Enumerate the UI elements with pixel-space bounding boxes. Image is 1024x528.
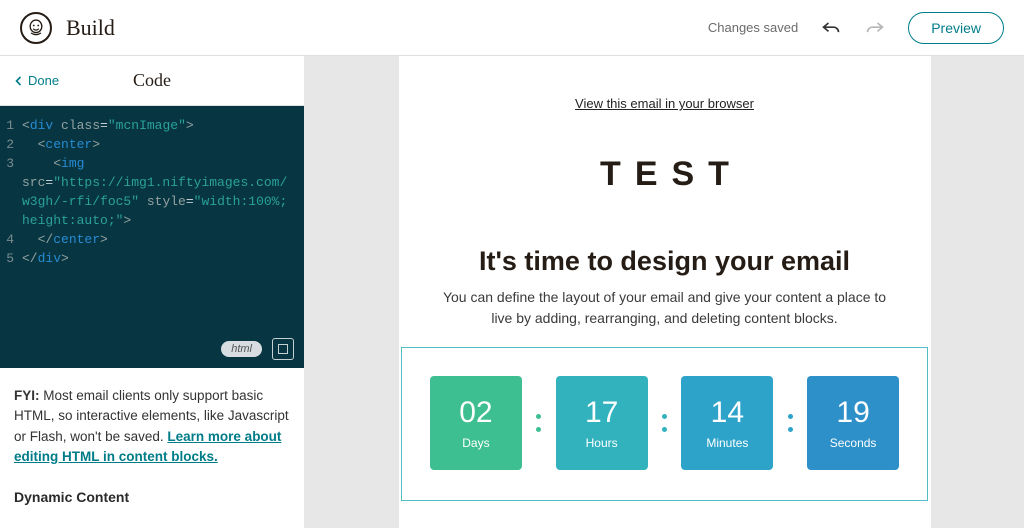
editor-panel: Done Code 123 45 <div class="mcnImage"> … xyxy=(0,56,305,528)
selected-code-block[interactable]: 02 Days 17 Hours 14 Minutes 19 Seconds xyxy=(401,347,928,501)
countdown-card-minutes: 14 Minutes xyxy=(681,376,773,470)
countdown-value: 02 xyxy=(459,396,492,430)
code-editor-wrap: 123 45 <div class="mcnImage"> <center> <… xyxy=(0,106,304,368)
countdown-label: Minutes xyxy=(706,436,748,450)
countdown-label: Days xyxy=(462,436,489,450)
dynamic-content-heading: Dynamic Content xyxy=(0,481,304,505)
done-button[interactable]: Done xyxy=(14,73,59,88)
canvas[interactable]: View this email in your browser TEST It'… xyxy=(305,56,1024,528)
email-preview: View this email in your browser TEST It'… xyxy=(399,56,931,528)
countdown-card-hours: 17 Hours xyxy=(556,376,648,470)
countdown-label: Hours xyxy=(586,436,618,450)
countdown-value: 17 xyxy=(585,396,618,430)
countdown-value: 14 xyxy=(711,396,744,430)
main-area: Done Code 123 45 <div class="mcnImage"> … xyxy=(0,56,1024,528)
page-title: Build xyxy=(66,15,115,41)
code-content[interactable]: <div class="mcnImage"> <center> <img src… xyxy=(22,116,294,358)
countdown-separator xyxy=(536,414,542,432)
expand-icon xyxy=(278,344,288,354)
countdown-value: 19 xyxy=(836,396,869,430)
redo-icon xyxy=(865,18,885,38)
code-footer: html xyxy=(221,338,294,360)
undo-icon xyxy=(821,18,841,38)
redo-button xyxy=(864,17,886,39)
countdown-separator xyxy=(787,414,793,432)
line-numbers: 123 45 xyxy=(6,116,22,358)
panel-header: Done Code xyxy=(0,56,304,106)
countdown-card-seconds: 19 Seconds xyxy=(807,376,899,470)
preview-button[interactable]: Preview xyxy=(908,12,1004,44)
email-logo-text: TEST xyxy=(586,155,743,194)
monkey-icon xyxy=(26,18,46,38)
chevron-left-icon xyxy=(14,76,24,86)
save-status: Changes saved xyxy=(708,20,798,35)
fullscreen-button[interactable] xyxy=(272,338,294,360)
fyi-label: FYI: xyxy=(14,388,40,403)
language-chip: html xyxy=(221,341,262,357)
code-editor[interactable]: 123 45 <div class="mcnImage"> <center> <… xyxy=(0,106,304,368)
brand-logo xyxy=(20,12,52,44)
fyi-block: FYI: Most email clients only support bas… xyxy=(0,368,304,481)
top-bar: Build Changes saved Preview xyxy=(0,0,1024,56)
countdown-card-days: 02 Days xyxy=(430,376,522,470)
undo-button[interactable] xyxy=(820,17,842,39)
view-in-browser-link[interactable]: View this email in your browser xyxy=(575,96,754,111)
panel-title: Code xyxy=(133,70,171,91)
countdown-label: Seconds xyxy=(830,436,877,450)
email-headline: It's time to design your email xyxy=(479,246,850,277)
done-label: Done xyxy=(28,73,59,88)
countdown-separator xyxy=(662,414,668,432)
email-body-text: You can define the layout of your email … xyxy=(429,287,901,329)
